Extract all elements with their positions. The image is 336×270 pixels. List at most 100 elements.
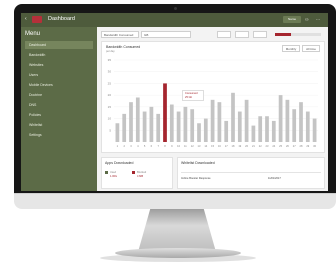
- sidebar-title: Menu: [25, 31, 41, 37]
- bar[interactable]: [312, 118, 317, 142]
- sidebar-item-websites[interactable]: Websites: [25, 61, 93, 69]
- chart-subtitle: per day: [106, 50, 115, 53]
- x-tick-label: 25: [279, 144, 282, 148]
- monitor-chin: [14, 193, 336, 209]
- sidebar-item-users[interactable]: Users: [25, 71, 93, 79]
- sidebar-item-settings[interactable]: Settings: [25, 131, 93, 139]
- bar[interactable]: [163, 83, 167, 142]
- x-tick-label: 23: [266, 144, 269, 148]
- x-tick-label: 8: [164, 144, 166, 148]
- user-menu-button[interactable]: Name: [283, 16, 301, 23]
- y-tick-label: 25: [108, 81, 112, 85]
- bar[interactable]: [285, 99, 290, 142]
- bar[interactable]: [258, 116, 263, 142]
- legend-used-label: Used: [110, 171, 117, 174]
- sidebar-item-whitelist[interactable]: Whitelist: [25, 121, 93, 129]
- legend-blocked-value: 4 MB: [137, 175, 144, 178]
- chart-tooltip: Consumed 25 Gb: [182, 90, 204, 101]
- whitelist-row-date: 11/01/2017: [268, 177, 281, 180]
- sidebar-item-dns[interactable]: DNS: [25, 101, 93, 109]
- legend-blocked-label: Blocked: [137, 171, 147, 174]
- filter-a[interactable]: [217, 31, 231, 38]
- x-tick-label: 24: [272, 144, 275, 148]
- bar[interactable]: [305, 111, 310, 142]
- bar[interactable]: [149, 106, 154, 142]
- back-icon[interactable]: ‹: [25, 17, 29, 22]
- sidebar-item-mobile-devices[interactable]: Mobile Devices: [25, 81, 93, 89]
- x-tick-label: 19: [238, 144, 241, 148]
- x-tick-label: 14: [204, 144, 207, 148]
- bar[interactable]: [142, 111, 147, 142]
- x-tick-label: 28: [300, 144, 303, 148]
- bar[interactable]: [244, 99, 249, 142]
- bar[interactable]: [122, 113, 127, 142]
- divider: [181, 172, 321, 173]
- user-icon[interactable]: ⚇: [305, 16, 311, 23]
- bar[interactable]: [197, 123, 201, 142]
- unit-select[interactable]: GB: [141, 31, 191, 38]
- usage-progress: [275, 33, 321, 36]
- sidebar-item-bandwidth[interactable]: Bandwidth: [25, 51, 93, 59]
- y-tick-label: 35: [108, 58, 112, 62]
- toggle-monthly[interactable]: Monthly: [282, 45, 300, 52]
- bar[interactable]: [292, 109, 297, 142]
- bar[interactable]: [210, 99, 215, 142]
- bar-chart: 51015202530351 2 3 4 5 6 7 8 9 10 11 12 13 14 15 16 17 18…: [108, 58, 318, 148]
- x-tick-label: 30: [313, 144, 316, 148]
- chart-title: Bandwidth Consumed: [106, 45, 141, 49]
- bar[interactable]: [237, 111, 242, 142]
- logo-icon: [32, 16, 42, 23]
- x-tick-label: 16: [218, 144, 221, 148]
- monitor-base: [115, 248, 241, 258]
- x-tick-label: 22: [259, 144, 262, 148]
- bar[interactable]: [271, 120, 276, 142]
- more-icon[interactable]: ⋯: [316, 16, 322, 23]
- whitelist-card-title: Whitelist Downloaded: [181, 161, 215, 165]
- x-tick-label: 13: [198, 144, 201, 148]
- bar[interactable]: [231, 92, 235, 142]
- x-tick-label: 27: [293, 144, 296, 148]
- x-tick-label: 6: [151, 144, 153, 148]
- bar[interactable]: [224, 120, 229, 142]
- screen: ‹ Dashboard Name ⚇ ⋯ Menu Dashboard Band…: [21, 13, 328, 191]
- x-tick-label: 29: [306, 144, 309, 148]
- apps-downloaded-card: Apps Downloaded Used 1.00G Blocked 4 MB: [101, 157, 173, 189]
- bar[interactable]: [299, 102, 303, 142]
- usage-progress-fill: [275, 33, 291, 36]
- sidebar-item-dashboard[interactable]: Dashboard: [25, 41, 93, 49]
- bar[interactable]: [156, 113, 161, 142]
- bar[interactable]: [176, 111, 181, 142]
- bar[interactable]: [129, 102, 133, 142]
- y-tick-label: 10: [108, 117, 112, 121]
- bar[interactable]: [203, 118, 208, 142]
- bar[interactable]: [265, 116, 269, 142]
- x-tick-label: 21: [252, 144, 255, 148]
- x-tick-label: 9: [171, 144, 173, 148]
- x-tick-label: 12: [191, 144, 194, 148]
- whitelist-row-label: Incline Booster Response: [181, 177, 211, 180]
- x-tick-label: 5: [144, 144, 146, 148]
- toggle-all-time[interactable]: All time: [302, 45, 320, 52]
- page-title: Dashboard: [48, 16, 75, 22]
- bar[interactable]: [135, 97, 140, 142]
- bar[interactable]: [169, 104, 174, 142]
- x-tick-label: 18: [232, 144, 235, 148]
- filter-c[interactable]: [253, 31, 267, 38]
- bar[interactable]: [217, 102, 222, 142]
- filter-b[interactable]: [235, 31, 249, 38]
- bar[interactable]: [115, 123, 120, 142]
- y-tick-label: 30: [108, 70, 112, 74]
- tooltip-value: 25 Gb: [185, 96, 193, 99]
- sidebar-item-policies[interactable]: Policies: [25, 111, 93, 119]
- monitor-stand: [138, 208, 216, 252]
- x-tick-label: 4: [137, 144, 139, 148]
- bar[interactable]: [183, 106, 188, 142]
- bar[interactable]: [278, 95, 283, 142]
- bar[interactable]: [251, 125, 256, 142]
- y-tick-label: 20: [108, 93, 112, 97]
- metric-select[interactable]: Bandwidth Consumed: [101, 31, 139, 38]
- y-tick-label: 5: [109, 128, 111, 132]
- bar[interactable]: [190, 109, 195, 142]
- x-tick-label: 17: [225, 144, 228, 148]
- sidebar-item-doctrine[interactable]: Doctrine: [25, 91, 93, 99]
